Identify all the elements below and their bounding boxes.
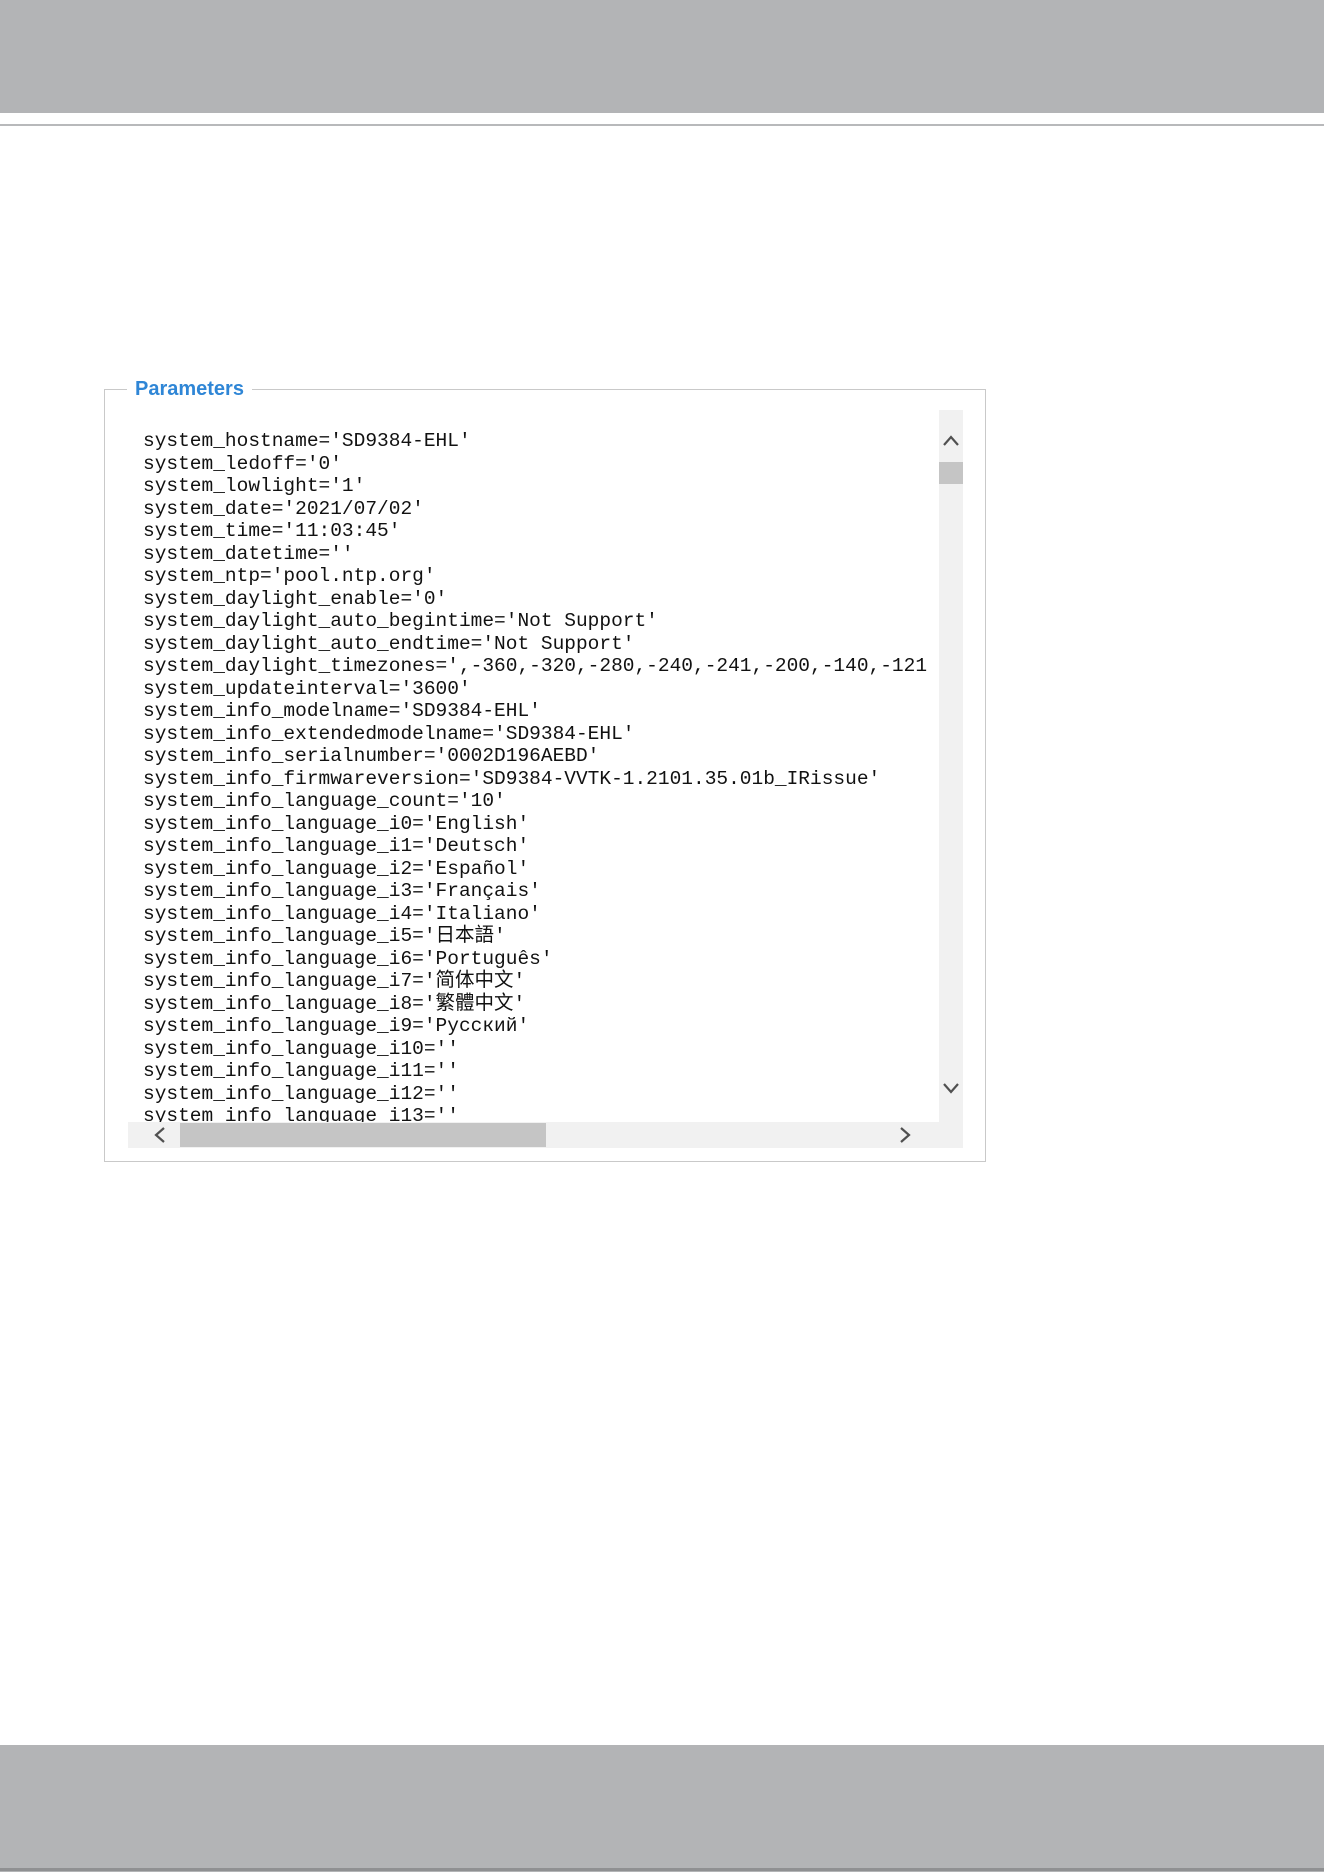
parameters-textarea[interactable]: system_hostname='SD9384-EHL' system_ledo… [128,410,963,1148]
parameter-line: system_ledoff='0' [143,452,342,475]
parameter-line: system_ntp='pool.ntp.org' [143,565,436,587]
parameter-line: system_info_language_i8='繁體中文' [143,992,526,1015]
parameter-line: system_info_language_i2='Español' [143,857,530,880]
page-header-band [0,0,1324,113]
parameter-line: system_info_language_i11='' [143,1060,459,1082]
vertical-scrollbar[interactable] [939,410,963,1128]
horizontal-scroll-thumb[interactable] [180,1123,546,1147]
parameters-fieldset: Parameters system_hostname='SD9384-EHL' … [104,376,986,1162]
parameter-line: system_hostname='SD9384-EHL' [143,430,471,452]
parameter-line: system_daylight_auto_begintime='Not Supp… [143,610,658,632]
parameter-line: system_time='11:03:45' [143,520,401,542]
parameter-line: system_info_language_i4='Italiano' [143,902,541,925]
parameters-text: system_hostname='SD9384-EHL' system_ledo… [143,430,941,1130]
parameter-line: system_date='2021/07/02' [143,497,424,520]
parameter-line: system_daylight_timezones=',-360,-320,-2… [143,655,928,677]
parameter-line: system_daylight_enable='0' [143,587,448,610]
horizontal-scrollbar[interactable] [128,1122,963,1148]
parameter-line: system_info_language_i5='日本語' [143,925,506,947]
footer-divider [0,1868,1324,1871]
parameter-line: system_info_language_count='10' [143,790,506,812]
parameter-line: system_info_modelname='SD9384-EHL' [143,700,541,722]
chevron-up-icon[interactable] [939,430,963,452]
parameter-line: system_info_language_i3='Français' [143,880,541,902]
parameter-line: system_info_language_i0='English' [143,812,530,835]
parameter-line: system_info_language_i7='简体中文' [143,970,526,992]
parameter-line: system_info_serialnumber='0002D196AEBD' [143,745,600,767]
chevron-left-icon[interactable] [147,1122,173,1148]
page-footer-band [0,1745,1324,1872]
parameters-legend: Parameters [127,376,252,402]
parameter-line: system_daylight_auto_endtime='Not Suppor… [143,632,635,655]
vertical-scroll-thumb[interactable] [939,462,963,484]
parameter-line: system_info_language_i6='Português' [143,947,553,970]
parameter-line: system_info_language_i9='Русский' [143,1015,530,1037]
parameter-line: system_info_language_i12='' [143,1082,459,1105]
parameter-line: system_updateinterval='3600' [143,677,471,700]
chevron-down-icon[interactable] [939,1077,963,1099]
parameter-line: system_info_language_i1='Deutsch' [143,835,530,857]
parameter-line: system_info_language_i10='' [143,1037,459,1060]
header-divider [0,124,1324,126]
parameter-line: system_lowlight='1' [143,475,366,497]
parameter-line: system_info_extendedmodelname='SD9384-EH… [143,722,635,745]
chevron-right-icon[interactable] [892,1122,918,1148]
parameter-line: system_datetime='' [143,542,354,565]
parameter-line: system_info_firmwareversion='SD9384-VVTK… [143,767,881,790]
